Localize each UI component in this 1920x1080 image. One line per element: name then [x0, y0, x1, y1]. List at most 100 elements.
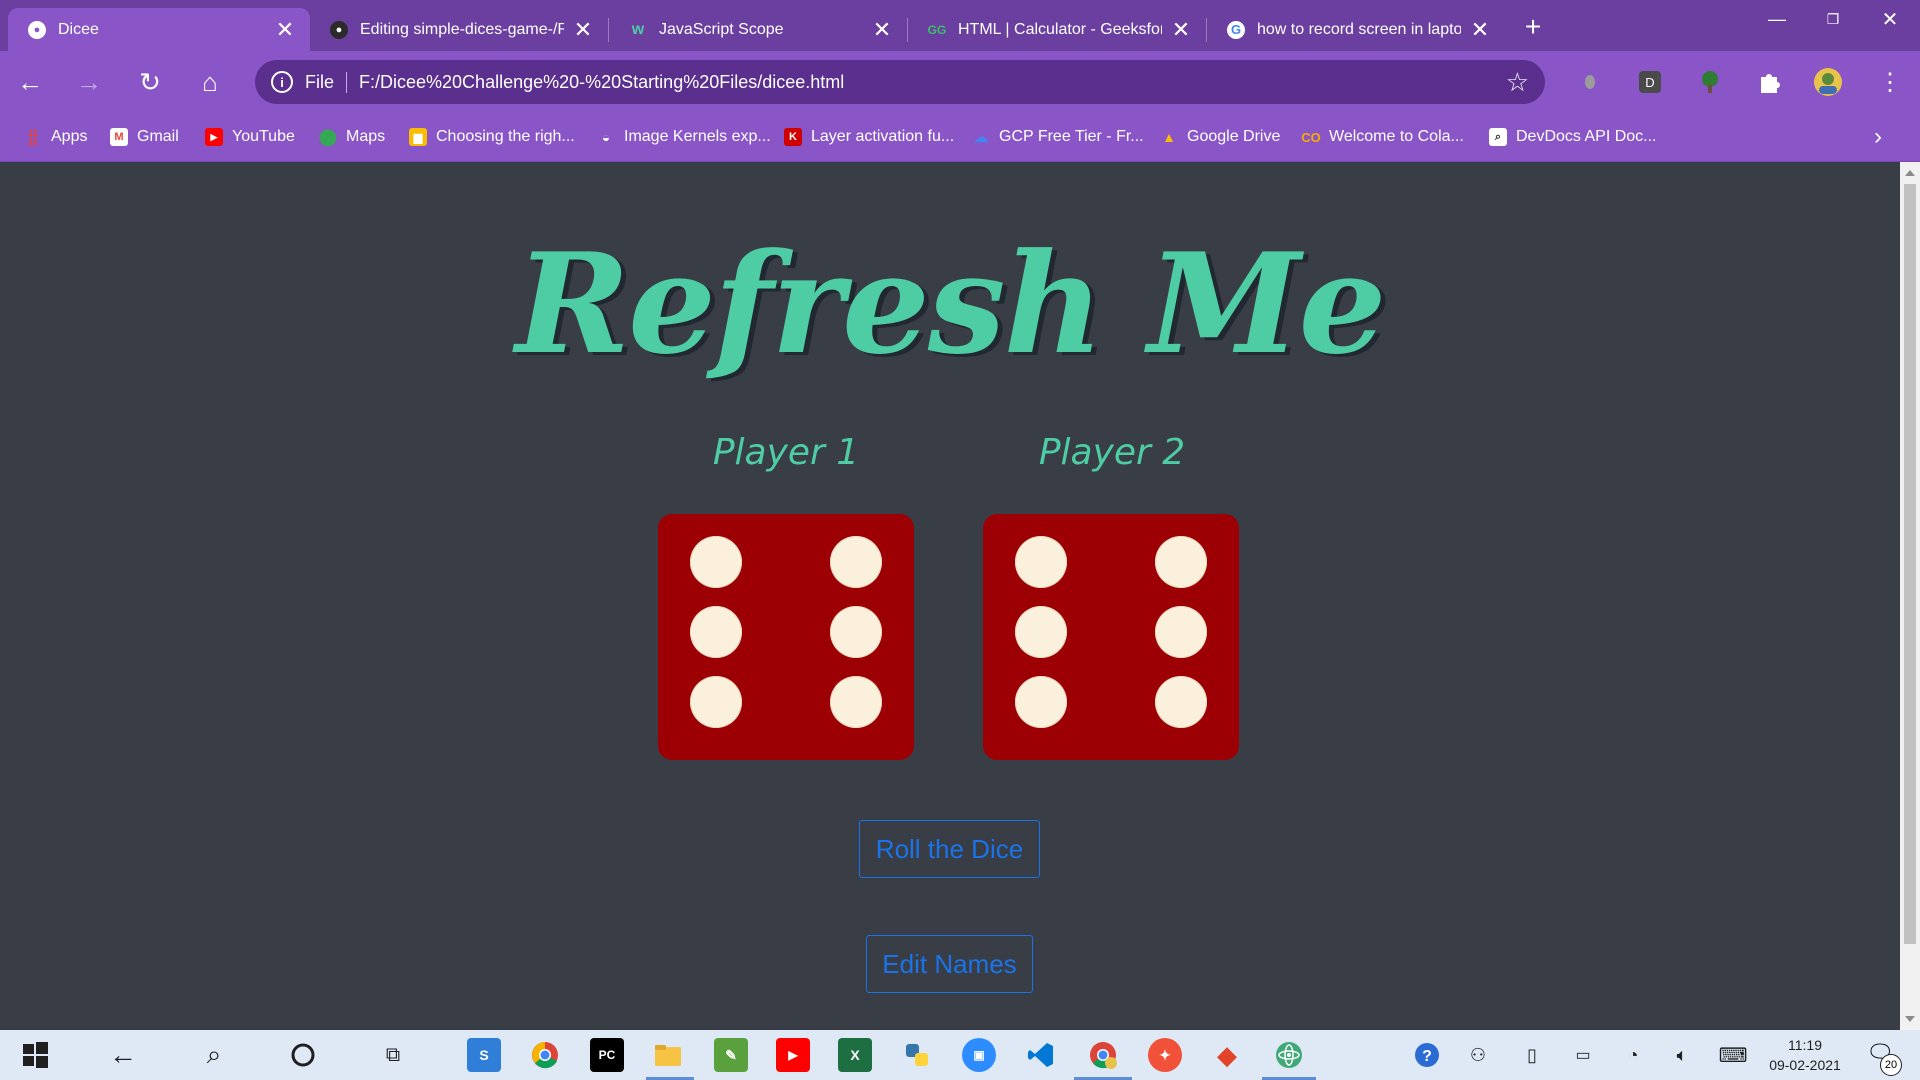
- extension-d-icon[interactable]: D: [1634, 66, 1666, 98]
- bookmark-label: GCP Free Tier - Fr...: [999, 128, 1144, 145]
- scroll-up-arrow-icon[interactable]: [1905, 170, 1915, 176]
- task-view-icon[interactable]: ⧉: [376, 1038, 410, 1072]
- device-icon[interactable]: ▯: [1515, 1038, 1549, 1072]
- search-icon[interactable]: ⌕: [197, 1038, 231, 1072]
- die-pip: [830, 536, 882, 588]
- scroll-down-arrow-icon[interactable]: [1905, 1016, 1915, 1022]
- close-tab-icon[interactable]: ✕: [572, 17, 594, 42]
- home-button[interactable]: ⌂: [192, 64, 228, 100]
- excel-icon[interactable]: X: [838, 1038, 872, 1072]
- scroll-thumb[interactable]: [1904, 184, 1916, 944]
- player-1-label: Player 1: [712, 432, 860, 473]
- git-icon[interactable]: ◆: [1210, 1038, 1244, 1072]
- forward-button[interactable]: →: [71, 64, 107, 100]
- cortana-ring: [291, 1043, 315, 1067]
- bookmark-label: Welcome to Cola...: [1329, 128, 1464, 145]
- people-icon[interactable]: ⚇: [1461, 1038, 1495, 1072]
- die-pip: [1155, 606, 1207, 658]
- extension-tree-icon[interactable]: [1694, 66, 1726, 98]
- python-icon[interactable]: [900, 1038, 934, 1072]
- bookmark-youtube[interactable]: ▶ YouTube: [205, 125, 295, 149]
- globe-icon: ●: [28, 20, 46, 39]
- restore-button[interactable]: ❐: [1803, 4, 1863, 34]
- close-tab-icon[interactable]: ✕: [871, 17, 893, 42]
- info-icon[interactable]: i: [271, 71, 293, 93]
- chrome-profile-icon[interactable]: [1086, 1038, 1120, 1072]
- bookmark-google-drive[interactable]: ▲ Google Drive: [1160, 125, 1280, 149]
- close-tab-icon[interactable]: ✕: [1170, 17, 1192, 42]
- profile-avatar[interactable]: [1812, 66, 1844, 98]
- bookmark-gmail[interactable]: M Gmail: [110, 125, 179, 149]
- image-app-icon[interactable]: ✎: [714, 1038, 748, 1072]
- close-window-button[interactable]: ✕: [1860, 4, 1920, 34]
- volume-icon[interactable]: 🔈︎: [1665, 1038, 1699, 1072]
- bookmark-layer-activation[interactable]: K Layer activation fu...: [784, 125, 954, 149]
- bookmark-choosing[interactable]: ▆ Choosing the righ...: [409, 125, 575, 149]
- menu-kebab-icon[interactable]: ⋮: [1874, 66, 1906, 98]
- tab-title: how to record screen in laptop: [1257, 20, 1461, 38]
- windows-start-icon[interactable]: [18, 1038, 52, 1072]
- app-s-icon[interactable]: S: [467, 1038, 501, 1072]
- youtube-icon: ▶: [205, 128, 223, 146]
- chrome-profile-logo: [1090, 1042, 1117, 1069]
- bookmark-apps[interactable]: ⣿ Apps: [24, 125, 88, 149]
- extension-dot-icon[interactable]: [1574, 66, 1606, 98]
- zoom-icon[interactable]: ▣: [962, 1038, 996, 1072]
- page-scrollbar[interactable]: [1900, 162, 1920, 1030]
- keras-icon: K: [784, 128, 802, 146]
- bookmark-label: Gmail: [137, 128, 179, 145]
- pycharm-icon[interactable]: PC: [590, 1038, 624, 1072]
- notification-icon[interactable]: 🗨︎ 20: [1866, 1040, 1902, 1076]
- youtube-app-icon[interactable]: ▶: [776, 1038, 810, 1072]
- bookmark-gcp[interactable]: ☁ GCP Free Tier - Fr...: [972, 125, 1144, 149]
- extensions-puzzle-icon[interactable]: [1754, 66, 1786, 98]
- vscode-logo: [1028, 1043, 1053, 1067]
- minimize-button[interactable]: —: [1747, 4, 1807, 34]
- chrome-icon[interactable]: [528, 1038, 562, 1072]
- back-arrow-icon[interactable]: ←: [106, 1038, 140, 1072]
- bookmark-colab[interactable]: CO Welcome to Cola...: [1301, 125, 1464, 149]
- drive-icon: ▲: [1162, 129, 1176, 145]
- bookmark-maps[interactable]: ⬤ Maps: [319, 125, 385, 149]
- reload-button[interactable]: ↻: [132, 64, 168, 100]
- windows-logo: [23, 1042, 48, 1068]
- cortana-icon[interactable]: [286, 1038, 320, 1072]
- battery-icon[interactable]: ▭: [1566, 1038, 1600, 1072]
- w3schools-icon: w: [631, 20, 645, 38]
- new-tab-button[interactable]: +: [1518, 11, 1548, 42]
- tab-title: JavaScript Scope: [659, 20, 784, 38]
- tab-dicee[interactable]: ● Dicee ✕: [8, 8, 310, 51]
- bookmark-image-kernels[interactable]: ◒ Image Kernels exp...: [597, 125, 771, 149]
- github-icon: ◒: [601, 129, 611, 145]
- help-icon[interactable]: ?: [1410, 1038, 1444, 1072]
- bookmark-label: YouTube: [232, 128, 295, 145]
- bookmark-star-icon[interactable]: ☆: [1506, 67, 1529, 98]
- wifi-icon[interactable]: ◔: [1616, 1038, 1650, 1072]
- bookmark-devdocs[interactable]: ⌕ DevDocs API Doc...: [1489, 125, 1657, 149]
- vscode-icon[interactable]: [1024, 1038, 1058, 1072]
- die-pip: [690, 536, 742, 588]
- die-pip: [1015, 606, 1067, 658]
- close-tab-icon[interactable]: ✕: [1469, 17, 1491, 42]
- roll-dice-button[interactable]: Roll the Dice: [859, 820, 1040, 878]
- tab-javascript-scope[interactable]: w JavaScript Scope ✕: [609, 8, 907, 51]
- bookmark-label: Maps: [346, 128, 386, 145]
- address-bar[interactable]: i File F:/Dicee%20Challenge%20-%20Starti…: [255, 60, 1545, 104]
- swift-icon[interactable]: ✦: [1148, 1038, 1182, 1072]
- extension-d-badge: D: [1639, 71, 1661, 93]
- tab-google-search[interactable]: G how to record screen in laptop ✕: [1207, 8, 1505, 51]
- address-url[interactable]: F:/Dicee%20Challenge%20-%20Starting%20Fi…: [359, 72, 1506, 93]
- close-tab-icon[interactable]: ✕: [274, 17, 296, 42]
- tab-geeksforgeeks[interactable]: GG HTML | Calculator - GeeksforG ✕: [908, 8, 1206, 51]
- bookmarks-overflow-chevron-icon[interactable]: ›: [1874, 123, 1882, 151]
- back-button[interactable]: ←: [12, 64, 48, 100]
- atom-icon[interactable]: [1272, 1038, 1306, 1072]
- tab-github[interactable]: ● Editing simple-dices-game-/RE ✕: [310, 8, 608, 51]
- file-explorer-icon[interactable]: [651, 1038, 685, 1072]
- tree-shape: [1702, 71, 1718, 93]
- keyboard-icon[interactable]: ⌨: [1716, 1038, 1750, 1072]
- colab-icon: CO: [1301, 129, 1321, 145]
- system-clock[interactable]: 11:19 09-02-2021: [1760, 1035, 1850, 1075]
- windows-taskbar: ← ⌕ ⧉ S PC ✎ ▶ X ▣ ✦ ◆ ? ⚇ ▯ ▭ ◔ 🔈︎ ⌨ 11…: [0, 1030, 1920, 1080]
- edit-names-button[interactable]: Edit Names: [866, 935, 1033, 993]
